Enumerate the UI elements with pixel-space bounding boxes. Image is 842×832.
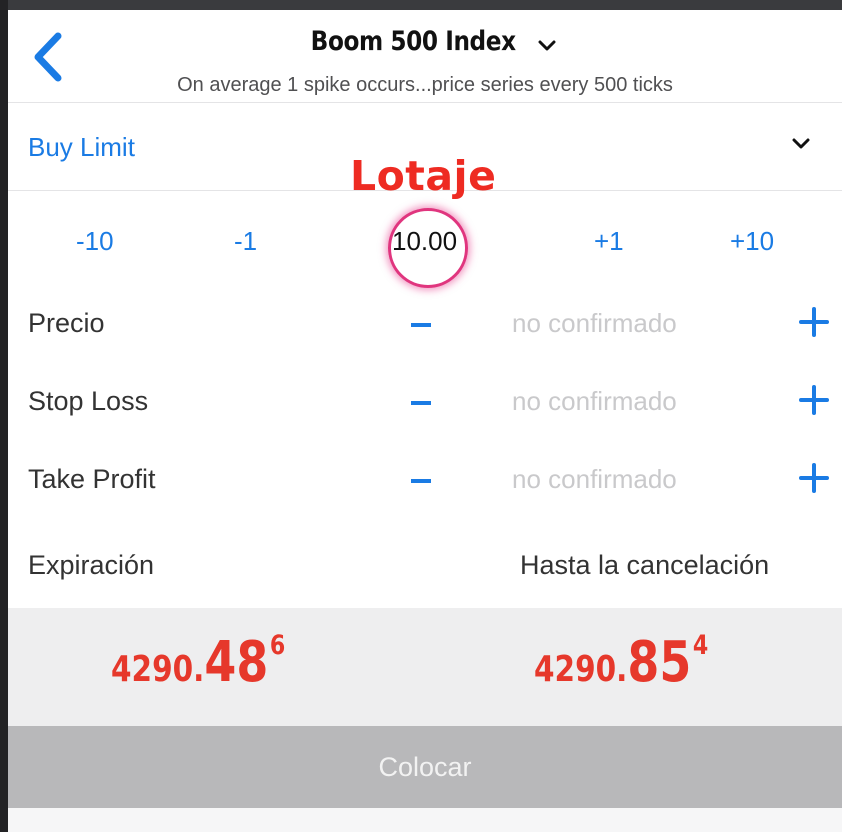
volume-plus-10-button[interactable]: +10 — [730, 226, 774, 257]
ask-price-big: 85 — [627, 630, 692, 695]
bid-price[interactable]: 4290.486 — [111, 630, 324, 695]
stop-loss-row: Stop Loss no confirmado — [8, 368, 842, 438]
order-type-selector[interactable]: Buy Limit Lotaje — [8, 102, 842, 200]
order-screen: Boom 500 Index On average 1 spike occurs… — [8, 10, 842, 832]
expiration-value: Hasta la cancelación — [520, 550, 770, 580]
price-row: Precio no confirmado — [8, 290, 842, 360]
price-minus-button[interactable] — [411, 323, 431, 327]
device-bezel-left — [0, 0, 8, 832]
take-profit-input[interactable]: no confirmado — [512, 464, 677, 495]
take-profit-plus-button[interactable] — [798, 462, 830, 494]
lotaje-annotation: Lotaje — [350, 152, 497, 200]
price-label: Precio — [28, 308, 105, 338]
bid-price-big: 48 — [204, 630, 269, 695]
bottom-strip — [8, 808, 842, 832]
header: Boom 500 Index On average 1 spike occurs… — [8, 10, 842, 103]
bid-price-main: 4290. — [111, 649, 205, 690]
volume-minus-10-button[interactable]: -10 — [76, 226, 114, 257]
stop-loss-plus-button[interactable] — [798, 384, 830, 416]
take-profit-label: Take Profit — [28, 464, 156, 494]
bid-price-sup: 6 — [269, 630, 286, 661]
ask-price-main: 4290. — [534, 649, 628, 690]
price-plus-button[interactable] — [798, 306, 830, 338]
volume-plus-1-button[interactable]: +1 — [594, 226, 624, 257]
ask-price[interactable]: 4290.854 — [534, 630, 747, 695]
symbol-selector[interactable]: Boom 500 Index — [8, 26, 842, 57]
chevron-down-icon — [792, 138, 810, 149]
volume-highlight-circle — [388, 208, 468, 288]
volume-minus-1-button[interactable]: -1 — [234, 226, 257, 257]
price-input[interactable]: no confirmado — [512, 308, 677, 339]
symbol-title: Boom 500 Index — [310, 26, 516, 57]
ask-price-sup: 4 — [692, 630, 709, 661]
price-quotes: 4290.486 4290.854 — [8, 608, 842, 726]
take-profit-minus-button[interactable] — [411, 479, 431, 483]
order-type-label: Buy Limit — [28, 132, 135, 162]
place-order-button[interactable]: Colocar — [8, 726, 842, 808]
stop-loss-minus-button[interactable] — [411, 401, 431, 405]
device-bezel-top — [0, 0, 842, 10]
expiration-label: Expiración — [28, 550, 155, 580]
chevron-down-icon — [538, 40, 556, 51]
symbol-description: On average 1 spike occurs...price series… — [177, 74, 673, 96]
stop-loss-label: Stop Loss — [28, 386, 149, 416]
expiration-row[interactable]: Expiración Hasta la cancelación — [8, 532, 842, 602]
take-profit-row: Take Profit no confirmado — [8, 446, 842, 516]
stop-loss-input[interactable]: no confirmado — [512, 386, 677, 417]
